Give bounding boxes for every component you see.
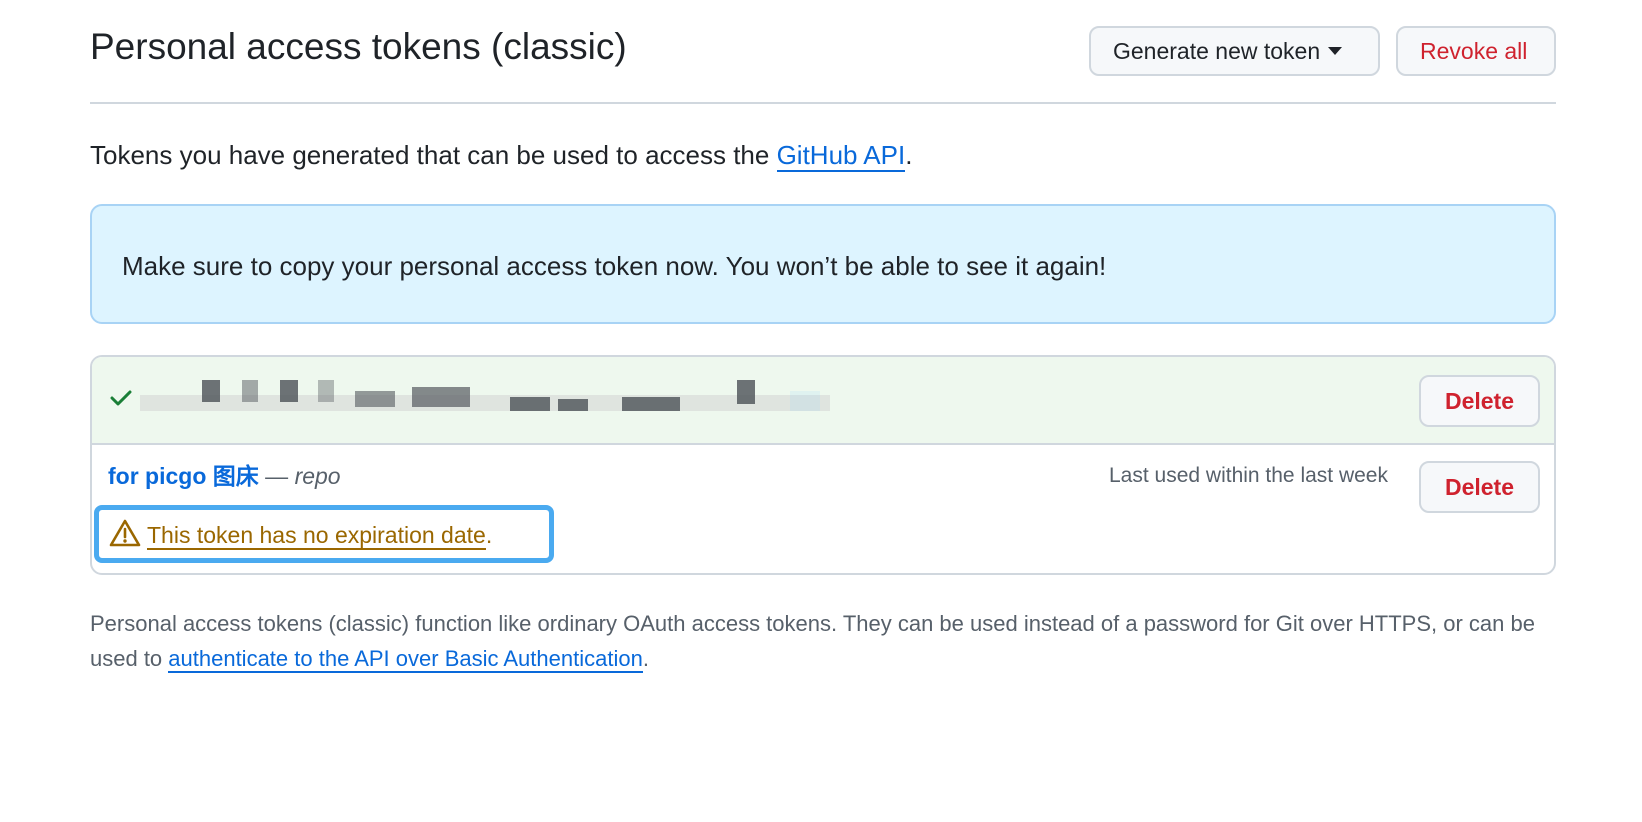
token-name-link[interactable]: for picgo 图床 bbox=[108, 463, 259, 489]
generate-new-token-button[interactable]: Generate new token bbox=[1089, 26, 1380, 76]
copy-token-flash: Make sure to copy your personal access t… bbox=[90, 204, 1556, 324]
page-title: Personal access tokens (classic) bbox=[90, 26, 627, 67]
github-api-link[interactable]: GitHub API bbox=[776, 140, 906, 172]
caret-down-icon bbox=[1328, 46, 1343, 55]
token-list: Delete for picgo 图床 — repo Last used wit… bbox=[90, 355, 1556, 575]
delete-token-button[interactable]: Delete bbox=[1419, 461, 1540, 513]
no-expiration-link[interactable]: This token has no expiration date bbox=[147, 522, 486, 550]
intro-text: Tokens you have generated that can be us… bbox=[90, 137, 912, 173]
footnote-text: Personal access tokens (classic) functio… bbox=[90, 606, 1560, 676]
token-description: for picgo 图床 — repo bbox=[108, 461, 341, 491]
generate-new-token-label: Generate new token bbox=[1113, 38, 1321, 64]
settings-page: Personal access tokens (classic) Generat… bbox=[0, 0, 1642, 822]
new-token-row: Delete bbox=[92, 357, 1554, 445]
footnote-suffix: . bbox=[642, 646, 649, 671]
token-scope: repo bbox=[294, 463, 341, 489]
flash-message: Make sure to copy your personal access t… bbox=[122, 251, 1107, 281]
intro-suffix: . bbox=[905, 140, 913, 170]
last-used-text: Last used within the last week bbox=[1109, 464, 1388, 487]
expiration-warning-suffix: . bbox=[485, 522, 493, 548]
page-header: Personal access tokens (classic) Generat… bbox=[90, 0, 1556, 104]
delete-token-button[interactable]: Delete bbox=[1419, 375, 1540, 427]
token-row: for picgo 图床 — repo Last used within the… bbox=[92, 445, 1554, 573]
expiration-warning: This token has no expiration date. bbox=[94, 505, 554, 563]
basic-auth-link[interactable]: authenticate to the API over Basic Authe… bbox=[168, 646, 643, 673]
obscured-token-value[interactable] bbox=[140, 373, 840, 431]
token-separator: — bbox=[258, 463, 295, 489]
intro-label: Tokens you have generated that can be us… bbox=[90, 140, 777, 170]
expiration-warning-text: This token has no expiration date. bbox=[147, 520, 492, 550]
check-icon bbox=[110, 390, 132, 406]
alert-icon bbox=[109, 519, 141, 547]
revoke-all-button[interactable]: Revoke all bbox=[1396, 26, 1556, 76]
